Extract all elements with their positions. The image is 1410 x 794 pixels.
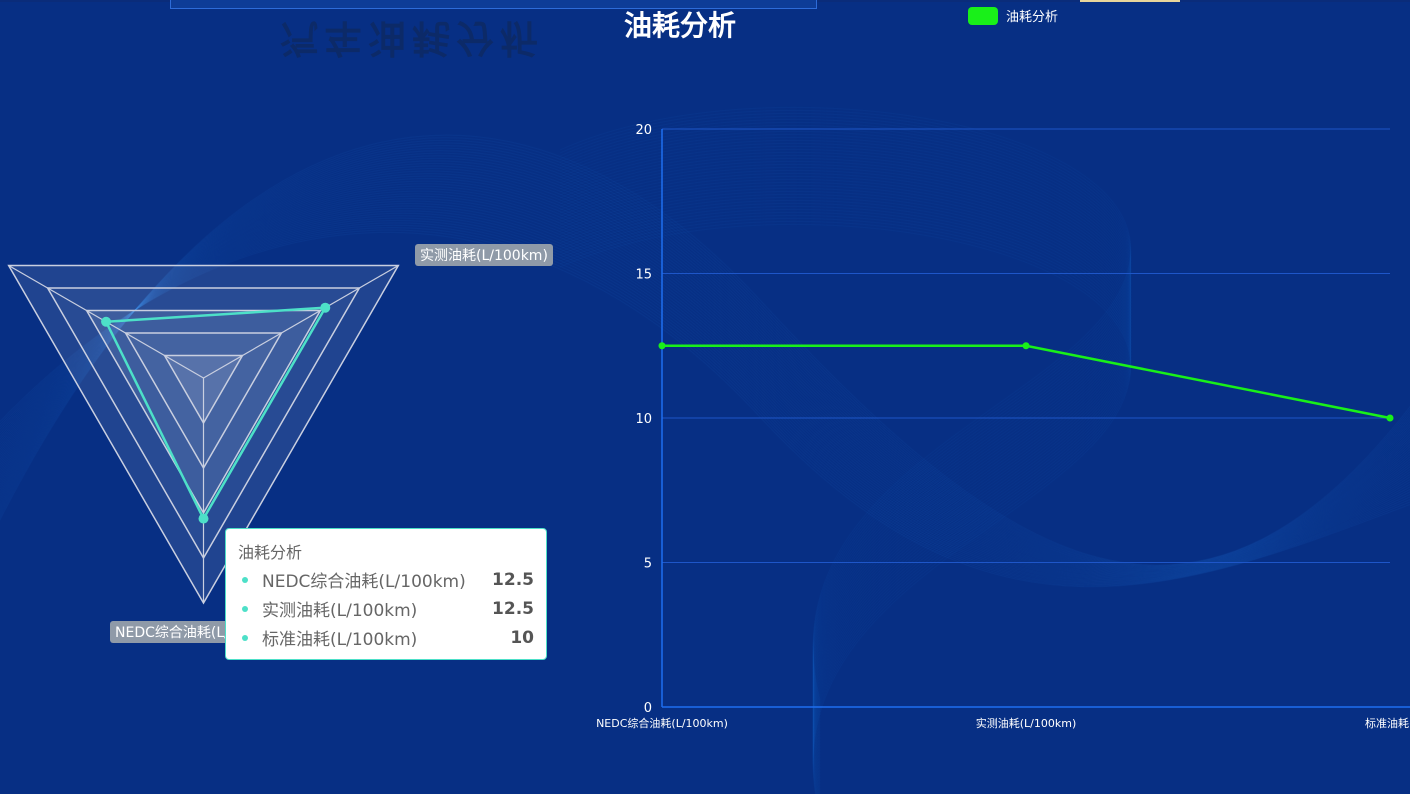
radar-axis-label-measured: 实测油耗(L/100km)	[415, 244, 553, 266]
line-chart[interactable]: 05101520NEDC综合油耗(L/100km) 实测油耗(L/100km) 标准…	[0, 0, 1410, 794]
tooltip-row: 标准油耗(L/100km) 10	[238, 623, 534, 652]
tooltip-row-name: 实测油耗(L/100km)	[262, 601, 418, 621]
tooltip-dot	[242, 634, 248, 641]
line-series-path	[662, 344, 1391, 420]
x-tick-label: 实测油耗(L/100km)	[976, 716, 1077, 730]
y-tick-label: 15	[635, 268, 652, 283]
y-tick-label: 5	[644, 557, 652, 572]
tooltip-dot	[242, 605, 248, 612]
tooltip-row: 实测油耗(L/100km) 12.5	[238, 594, 534, 623]
x-tick-label: 标准油耗(L/100km)	[1365, 716, 1410, 730]
y-tick-label: 0	[644, 701, 652, 716]
line-data-point	[658, 342, 666, 350]
line-data-point	[1022, 342, 1030, 350]
tooltip-row-value: 12.5	[492, 598, 534, 619]
y-tick-label: 10	[635, 412, 652, 427]
tooltip: 油耗分析 NEDC综合油耗(L/100km) 12.5 实测油耗(L/100km…	[225, 528, 547, 660]
tooltip-row: NEDC综合油耗(L/100km) 12.5	[238, 565, 534, 594]
tooltip-row-name: 标准油耗(L/100km)	[262, 630, 418, 650]
tooltip-title: 油耗分析	[238, 543, 303, 562]
tooltip-row-name: NEDC综合油耗(L/100km)	[262, 572, 466, 592]
y-tick-label: 20	[635, 123, 652, 138]
x-tick-label: NEDC综合油耗(L/100km)	[596, 716, 728, 730]
tooltip-row-value: 10	[510, 627, 534, 648]
tooltip-row-value: 12.5	[492, 569, 534, 590]
tooltip-dot	[242, 576, 248, 583]
line-data-point	[1386, 414, 1394, 422]
